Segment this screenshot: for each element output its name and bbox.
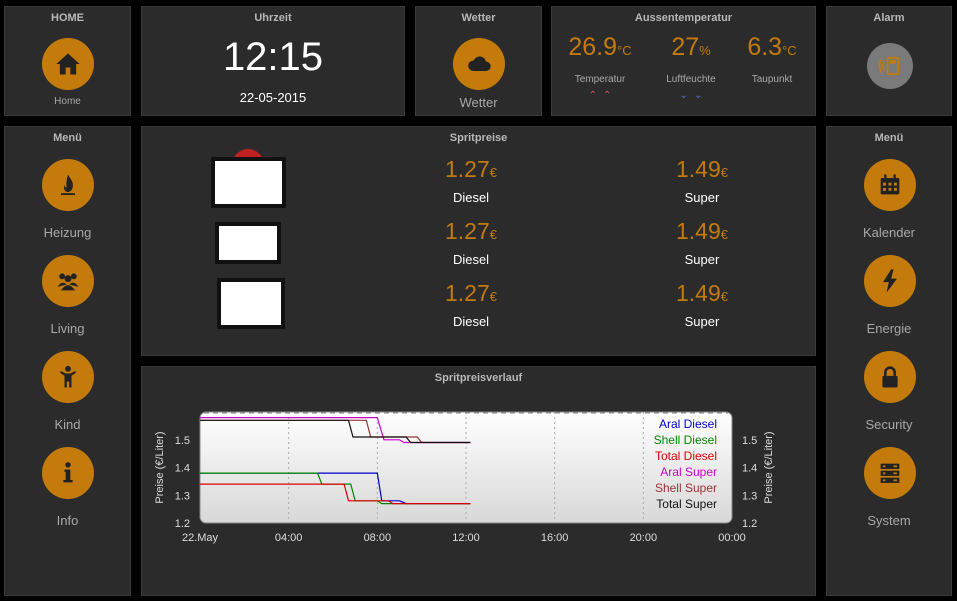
- kind-button[interactable]: [42, 351, 94, 403]
- system-label: System: [867, 513, 911, 528]
- station1-super-price: 1.49€: [676, 156, 728, 182]
- station-logo-1: [211, 157, 286, 208]
- flame-icon: [61, 174, 75, 196]
- energie-label: Energie: [866, 321, 912, 336]
- living-button[interactable]: [42, 255, 94, 307]
- x-tick-label: 20:00: [630, 532, 658, 544]
- calendar-icon: [880, 174, 900, 195]
- station-logo-2: [215, 222, 281, 264]
- station3-diesel-label: Diesel: [452, 314, 490, 329]
- clock-panel: Uhrzeit 12:15 22-05-2015: [141, 6, 405, 116]
- heizung-button[interactable]: [42, 159, 94, 211]
- info-label: Info: [56, 513, 79, 528]
- right-menu-panel: Menü Kalender Energie Security System: [826, 126, 952, 596]
- legend-entry: Total Diesel: [655, 449, 717, 463]
- fuel-panel: Spritpreise 1.27€ Diesel 1.49€ Super 1.2…: [141, 126, 816, 356]
- y-tick-label-left: 1.5: [175, 435, 190, 447]
- lightning-icon: [883, 269, 897, 293]
- outdoor-title: Aussentemperatur: [634, 12, 733, 24]
- right-menu-title: Menü: [874, 132, 904, 144]
- clock-time: 12:15: [222, 35, 324, 79]
- y-tick-label-right: 1.2: [742, 518, 757, 530]
- info-icon: [63, 462, 73, 483]
- alarm-keypad-icon: [878, 56, 900, 76]
- humidity-label: Luftfeuchte: [666, 74, 716, 85]
- kind-label: Kind: [54, 417, 81, 432]
- trend-down-icon: ⌄⌄: [679, 90, 709, 101]
- station2-diesel-label: Diesel: [452, 252, 490, 267]
- legend-entry: Total Super: [656, 497, 717, 511]
- weather-label: Wetter: [459, 95, 498, 110]
- security-button[interactable]: [864, 351, 916, 403]
- x-tick-label: 16:00: [541, 532, 569, 544]
- y-tick-label-left: 1.3: [175, 490, 190, 502]
- y-axis-label-right: Preise (€/Liter): [763, 431, 775, 503]
- y-axis-label-left: Preise (€/Liter): [154, 431, 166, 503]
- temperature-label: Temperatur: [574, 74, 626, 85]
- weather-title: Wetter: [461, 12, 496, 24]
- server-icon: [880, 463, 900, 483]
- y-tick-label-right: 1.4: [742, 463, 757, 475]
- lock-icon: [882, 366, 898, 388]
- weather-panel: Wetter Wetter: [415, 6, 542, 116]
- x-tick-label: 08:00: [364, 532, 392, 544]
- alarm-button[interactable]: [867, 43, 913, 89]
- kalender-label: Kalender: [862, 225, 916, 240]
- y-tick-label-right: 1.3: [742, 490, 757, 502]
- y-tick-label-left: 1.2: [175, 518, 190, 530]
- humidity-value: 27%: [671, 33, 711, 61]
- kalender-button[interactable]: [864, 159, 916, 211]
- home-button[interactable]: [42, 38, 94, 90]
- legend-entry: Aral Super: [660, 465, 717, 479]
- fuel-title: Spritpreise: [449, 132, 508, 144]
- weather-button[interactable]: [453, 38, 505, 90]
- station1-diesel-price: 1.27€: [445, 156, 497, 182]
- child-icon: [59, 365, 77, 388]
- trend-up-icon: ⌃⌃: [588, 90, 618, 101]
- legend-entry: Shell Super: [655, 481, 717, 495]
- x-tick-label: 00:00: [718, 532, 746, 544]
- legend-entry: Shell Diesel: [654, 433, 717, 447]
- station1-super-label: Super: [684, 190, 720, 205]
- left-menu-title: Menü: [53, 132, 82, 144]
- dewpoint-label: Taupunkt: [751, 74, 793, 85]
- x-tick-label: 04:00: [275, 532, 303, 544]
- temperature-value: 26.9°C: [568, 33, 632, 61]
- station2-super-price: 1.49€: [676, 218, 728, 244]
- station3-super-price: 1.49€: [676, 280, 728, 306]
- home-label: Home: [54, 96, 81, 107]
- heizung-label: Heizung: [43, 225, 92, 240]
- station3-diesel-price: 1.27€: [445, 280, 497, 306]
- station3-super-label: Super: [684, 314, 720, 329]
- alarm-panel: Alarm: [826, 6, 952, 116]
- price-chart: 22.May 04:00 08:00 12:00 16:00 20:00 00:00 1.2 1…: [154, 411, 775, 544]
- x-tick-label: 12:00: [452, 532, 480, 544]
- x-tick-label: 22.May: [182, 532, 219, 544]
- home-panel: HOME Home: [4, 6, 131, 116]
- people-icon: [57, 273, 79, 291]
- legend-entry: Aral Diesel: [659, 417, 717, 431]
- outdoor-panel: Aussentemperatur 26.9°C Temperatur ⌃⌃ 27…: [551, 6, 816, 116]
- home-title: HOME: [51, 12, 84, 24]
- clock-title: Uhrzeit: [254, 12, 292, 24]
- info-button[interactable]: [42, 447, 94, 499]
- clock-date: 22-05-2015: [239, 90, 307, 105]
- dewpoint-value: 6.3°C: [747, 33, 797, 61]
- left-menu-panel: Menü Heizung Living Kind Info: [4, 126, 131, 596]
- y-tick-label-right: 1.5: [742, 435, 757, 447]
- station1-diesel-label: Diesel: [452, 190, 490, 205]
- cloud-icon: [468, 56, 491, 71]
- energie-button[interactable]: [864, 255, 916, 307]
- security-label: Security: [865, 417, 913, 432]
- home-icon: [56, 53, 80, 75]
- station-logo-3: [217, 278, 285, 329]
- y-tick-label-left: 1.4: [175, 463, 190, 475]
- station2-diesel-price: 1.27€: [445, 218, 497, 244]
- system-button[interactable]: [864, 447, 916, 499]
- alarm-title: Alarm: [873, 12, 905, 24]
- station2-super-label: Super: [684, 252, 720, 267]
- living-label: Living: [50, 321, 85, 336]
